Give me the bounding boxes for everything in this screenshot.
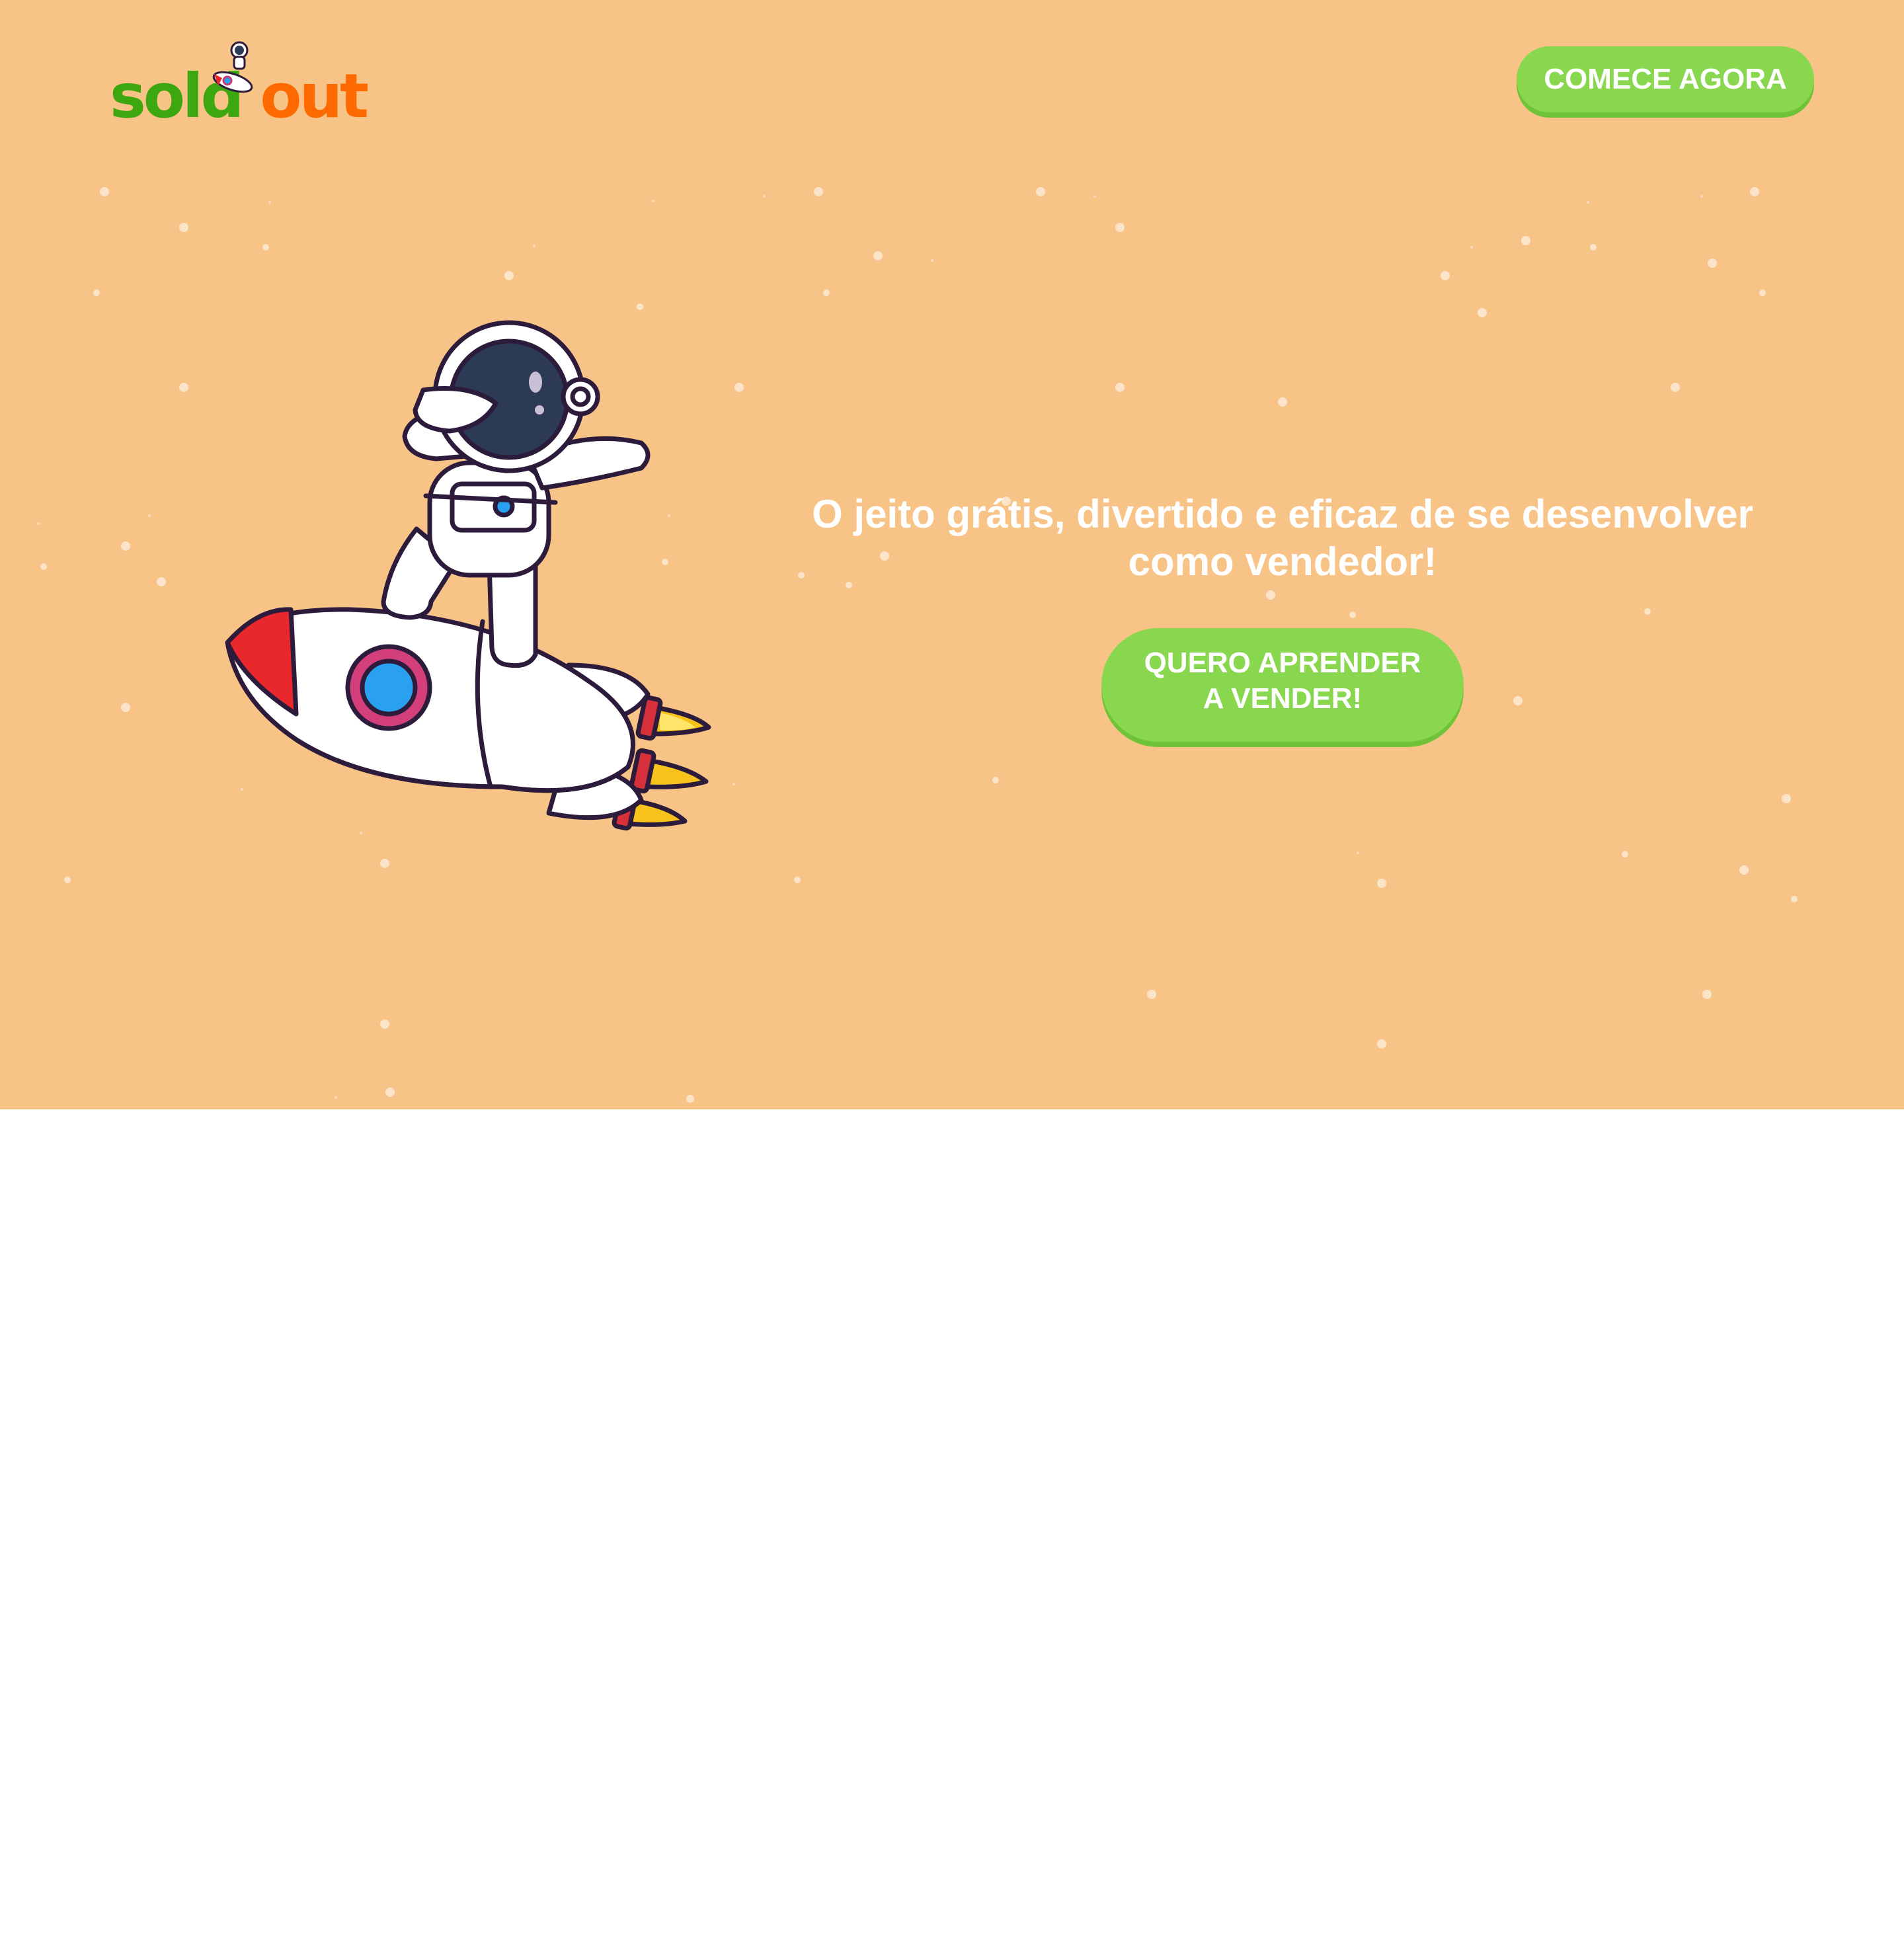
- learn-to-sell-button[interactable]: QUERO APRENDER A VENDER!: [1101, 628, 1464, 742]
- logo-word-out: out: [260, 61, 369, 132]
- hero-section: sold out COMECE AGORA O jeito grátis, di…: [0, 0, 1904, 1109]
- astronaut-on-rocket-illustration: [225, 320, 711, 831]
- hero-headline: O jeito grátis, divertido e eficaz de se…: [812, 492, 1753, 584]
- soldout-logo[interactable]: sold out: [110, 40, 369, 127]
- start-now-button[interactable]: COMECE AGORA: [1517, 46, 1814, 112]
- mini-astronaut-rocket-icon: [212, 41, 253, 93]
